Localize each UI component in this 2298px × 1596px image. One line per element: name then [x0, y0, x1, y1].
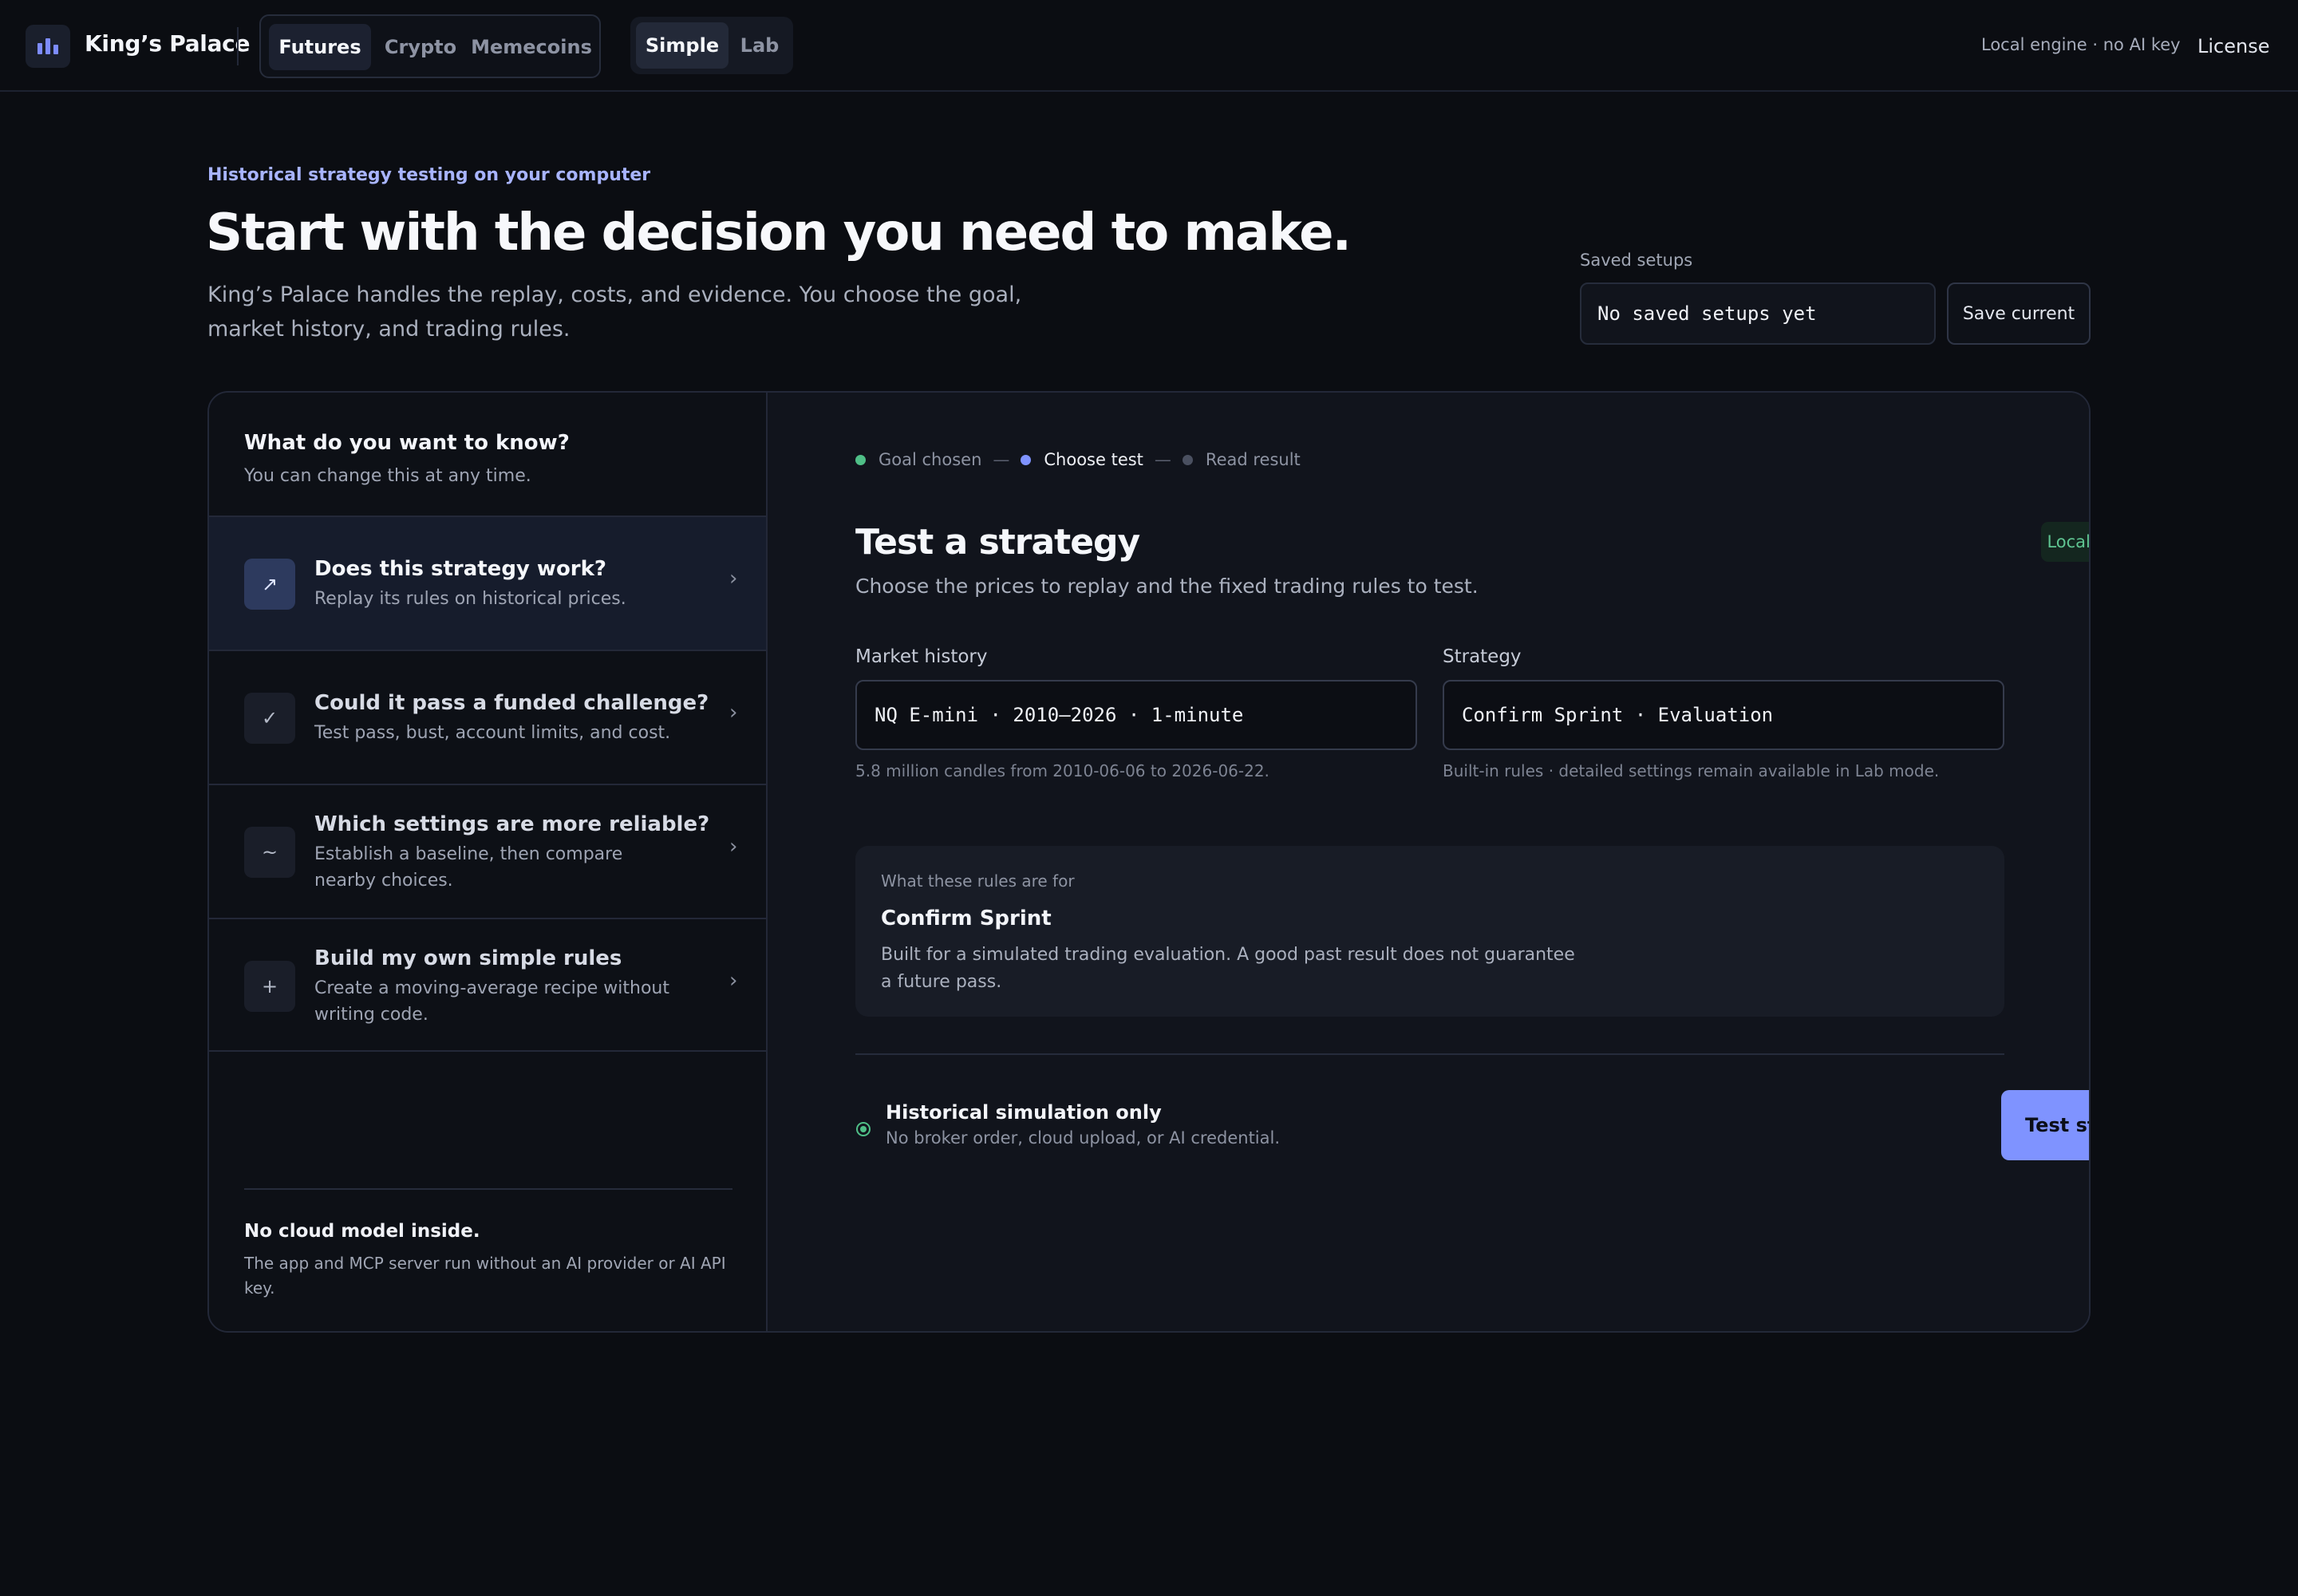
divider — [244, 1188, 732, 1190]
divider — [855, 1053, 2004, 1055]
tilde-icon: ~ — [244, 827, 295, 878]
shield-dot-icon — [856, 1122, 871, 1136]
tab-futures[interactable]: Futures — [269, 24, 371, 70]
saved-setups-select[interactable]: No saved setups yet — [1580, 282, 1936, 345]
save-current-button[interactable]: Save current — [1947, 282, 2091, 345]
tab-simple[interactable]: Simple — [636, 22, 728, 69]
top-bar: King’s Palace Futures Crypto Memecoins S… — [0, 0, 2298, 92]
goal-hint: You can change this at any time. — [244, 466, 531, 486]
bar-chart-icon[interactable] — [26, 25, 70, 68]
step-choose-test: Choose test — [1021, 450, 1143, 469]
step-done-icon — [855, 454, 866, 465]
market-history-hint: 5.8 million candles from 2010-06-06 to 2… — [855, 761, 1269, 780]
hero-eyebrow: Historical strategy testing on your comp… — [207, 165, 651, 185]
header-divider — [237, 27, 239, 65]
safety-title: Historical simulation only — [886, 1101, 1162, 1124]
check-icon: ✓ — [244, 693, 295, 744]
test-title: Test a strategy — [855, 522, 1140, 563]
step-label: Goal chosen — [879, 450, 982, 469]
engine-status: Local engine · no AI key — [1981, 35, 2181, 54]
trend-arrow-icon: ↗ — [244, 559, 295, 610]
license-link[interactable]: License — [2197, 35, 2269, 57]
saved-setups-label: Saved setups — [1580, 251, 1693, 270]
rules-description: Built for a simulated trading evaluation… — [881, 945, 1575, 992]
goal-description: Test pass, bust, account limits, and cos… — [314, 723, 671, 743]
goal-title: Build my own simple rules — [314, 946, 622, 970]
market-history-select[interactable]: NQ E-mini · 2010–2026 · 1-minute — [855, 680, 1417, 750]
chevron-right-icon: › — [729, 567, 738, 591]
step-current-icon — [1021, 454, 1032, 465]
goal-reliable-settings[interactable]: ~ Which settings are more reliable? Esta… — [209, 784, 766, 918]
main-card: What do you want to know? You can change… — [207, 391, 2091, 1333]
step-separator: — — [1154, 450, 1171, 469]
tab-lab[interactable]: Lab — [732, 22, 788, 69]
goal-title: Does this strategy work? — [314, 557, 607, 581]
strategy-select[interactable]: Confirm Sprint · Evaluation — [1443, 680, 2004, 750]
privacy-description: The app and MCP server run without an AI… — [244, 1254, 726, 1298]
step-todo-icon — [1182, 454, 1193, 465]
step-separator: — — [993, 450, 1010, 469]
step-read-result: Read result — [1182, 450, 1301, 469]
goal-description: Create a moving-average recipe without w… — [314, 978, 669, 1025]
goal-heading: What do you want to know? — [244, 431, 570, 455]
tab-memecoins[interactable]: Memecoins — [470, 24, 593, 70]
strategy-hint: Built-in rules · detailed settings remai… — [1443, 761, 1940, 780]
step-label: Choose test — [1044, 450, 1143, 469]
mode-switcher: Simple Lab — [630, 17, 793, 74]
goal-funded-challenge[interactable]: ✓ Could it pass a funded challenge? Test… — [209, 650, 766, 784]
privacy-title: No cloud model inside. — [244, 1221, 480, 1242]
brand-name[interactable]: King’s Palace — [85, 30, 250, 57]
rules-kicker: What these rules are for — [881, 871, 1075, 891]
test-strategy-button[interactable]: Test strategy → — [2001, 1090, 2089, 1160]
plus-icon: + — [244, 961, 295, 1012]
goal-strategy-works[interactable]: ↗ Does this strategy work? Replay its ru… — [209, 516, 766, 650]
test-subtitle: Choose the prices to replay and the fixe… — [855, 575, 1479, 598]
test-strategy-label: Test strategy — [2025, 1114, 2089, 1136]
rules-name: Confirm Sprint — [881, 907, 1052, 930]
safety-description: No broker order, cloud upload, or AI cre… — [886, 1128, 1281, 1148]
status-badge: Local engine ready — [2041, 522, 2089, 562]
goal-title: Which settings are more reliable? — [314, 812, 710, 836]
market-switcher: Futures Crypto Memecoins — [259, 14, 601, 78]
test-panel: Goal chosen — Choose test — Read result … — [768, 393, 2089, 1331]
market-history-label: Market history — [855, 646, 988, 667]
strategy-label: Strategy — [1443, 646, 1522, 667]
goal-build-rules[interactable]: + Build my own simple rules Create a mov… — [209, 918, 766, 1052]
rules-info-card: What these rules are for Confirm Sprint … — [855, 846, 2004, 1017]
goal-panel: What do you want to know? You can change… — [209, 393, 768, 1331]
goal-header: What do you want to know? You can change… — [244, 431, 570, 486]
goal-description: Establish a baseline, then compare nearb… — [314, 844, 623, 891]
chevron-right-icon: › — [729, 701, 738, 725]
goal-description: Replay its rules on historical prices. — [314, 589, 626, 609]
chevron-right-icon: › — [729, 835, 738, 859]
goal-title: Could it pass a funded challenge? — [314, 691, 709, 715]
progress-steps: Goal chosen — Choose test — Read result — [855, 450, 1301, 469]
chevron-right-icon: › — [729, 969, 738, 993]
page-title: Start with the decision you need to make… — [206, 203, 1352, 263]
step-label: Read result — [1205, 450, 1301, 469]
step-goal-chosen: Goal chosen — [855, 450, 981, 469]
tab-crypto[interactable]: Crypto — [376, 24, 465, 70]
hero-subtitle: King’s Palace handles the replay, costs,… — [207, 282, 1022, 342]
